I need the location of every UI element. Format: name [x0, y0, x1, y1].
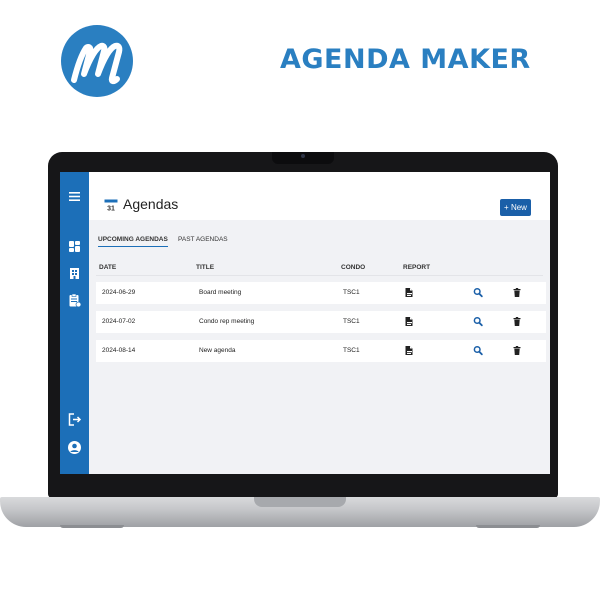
- building-icon[interactable]: [67, 266, 82, 281]
- row-date: 2024-07-02: [102, 318, 136, 325]
- laptop-foot-right: [476, 525, 540, 528]
- header-divider: [96, 275, 543, 276]
- table-row[interactable]: 2024-08-14 New agenda TSC1: [96, 340, 546, 362]
- trash-icon[interactable]: [512, 287, 522, 298]
- account-icon[interactable]: [67, 440, 82, 455]
- report-icon[interactable]: [404, 345, 414, 356]
- calendar-icon: 31: [104, 199, 118, 213]
- laptop-foot-left: [60, 525, 124, 528]
- svg-text:31: 31: [107, 206, 115, 213]
- dashboard-icon[interactable]: [67, 239, 82, 254]
- row-title: Board meeting: [199, 289, 242, 296]
- menu-icon[interactable]: [67, 189, 82, 204]
- row-condo: TSC1: [343, 347, 360, 354]
- search-icon[interactable]: [473, 316, 483, 327]
- logout-icon[interactable]: [67, 412, 82, 427]
- report-icon[interactable]: [404, 316, 414, 327]
- page-title: Agendas: [123, 196, 179, 212]
- trash-icon[interactable]: [512, 316, 522, 327]
- trash-icon[interactable]: [512, 345, 522, 356]
- app-screen: 31 Agendas + New UPCOMING AGENDAS PAST A…: [60, 172, 550, 474]
- clipboard-icon[interactable]: [67, 293, 82, 308]
- new-agenda-button[interactable]: + New: [500, 199, 531, 216]
- search-icon[interactable]: [473, 345, 483, 356]
- table-row[interactable]: 2024-07-02 Condo rep meeting TSC1: [96, 311, 546, 333]
- column-header-condo: CONDO: [341, 264, 366, 271]
- row-date: 2024-08-14: [102, 347, 136, 354]
- m-logo: [60, 24, 134, 98]
- row-title: Condo rep meeting: [199, 318, 255, 325]
- column-header-date: DATE: [99, 264, 117, 271]
- sidebar: [60, 172, 89, 474]
- laptop-base-notch: [254, 497, 346, 507]
- row-condo: TSC1: [343, 289, 360, 296]
- row-date: 2024-06-29: [102, 289, 136, 296]
- row-title: New agenda: [199, 347, 236, 354]
- table-row[interactable]: 2024-06-29 Board meeting TSC1: [96, 282, 546, 304]
- row-condo: TSC1: [343, 318, 360, 325]
- promo-title: AGENDA MAKER: [280, 44, 531, 75]
- camera-dot: [301, 154, 305, 158]
- report-icon[interactable]: [404, 287, 414, 298]
- tab-upcoming-agendas[interactable]: UPCOMING AGENDAS: [98, 236, 168, 247]
- column-header-title: TITLE: [196, 264, 215, 271]
- tab-past-agendas[interactable]: PAST AGENDAS: [178, 236, 228, 243]
- app-header: 31 Agendas + New: [89, 172, 550, 220]
- search-icon[interactable]: [473, 287, 483, 298]
- column-header-report: REPORT: [403, 264, 431, 271]
